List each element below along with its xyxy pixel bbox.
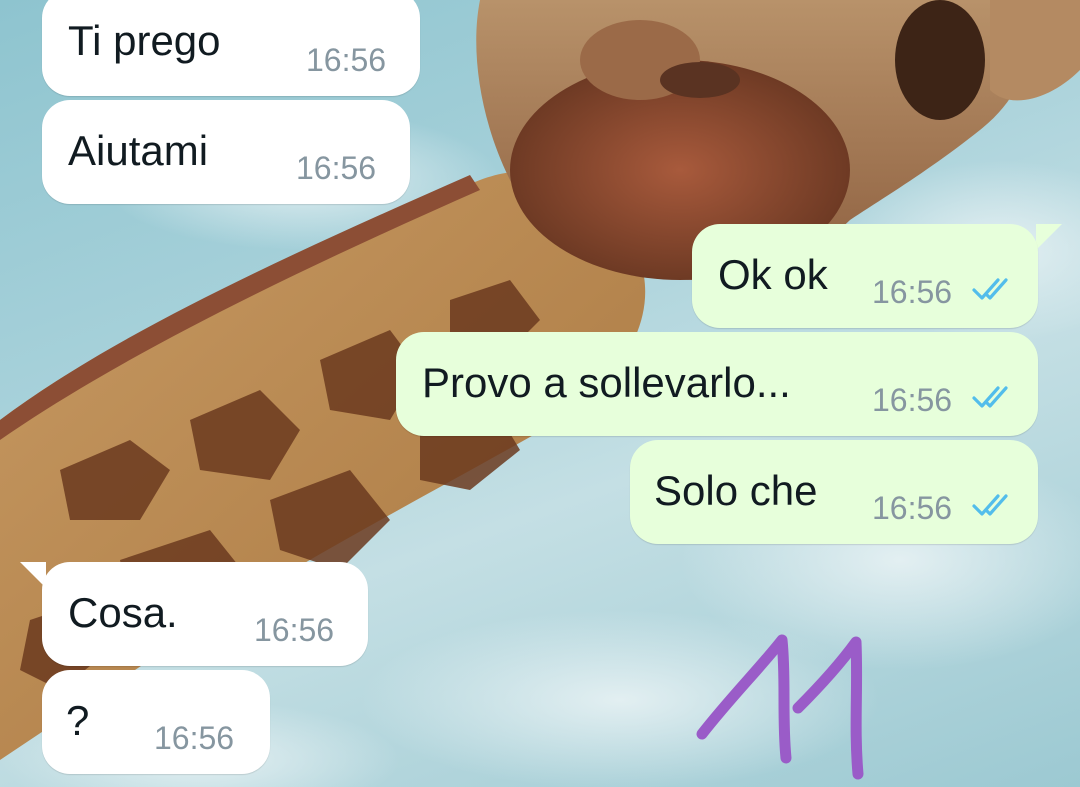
outgoing-message-bubble[interactable]: Solo che 16:56 xyxy=(630,440,1038,544)
double-check-icon xyxy=(972,494,1008,516)
message-time: 16:56 xyxy=(872,274,953,310)
message-text: Aiutami xyxy=(68,127,209,174)
double-check-icon xyxy=(972,386,1008,408)
message-text: ? xyxy=(66,697,90,744)
incoming-message-bubble[interactable]: Ti prego 16:56 xyxy=(42,0,420,96)
incoming-message-bubble[interactable]: ? 16:56 xyxy=(42,670,270,774)
message-time: 16:56 xyxy=(254,612,335,648)
message-time: 16:56 xyxy=(154,720,235,756)
outgoing-bubble-tail xyxy=(1036,224,1062,250)
message-text: Cosa. xyxy=(68,589,178,636)
message-text: Solo che xyxy=(654,467,818,514)
message-text: Ok ok xyxy=(718,251,828,298)
incoming-message-bubble[interactable]: Aiutami 16:56 xyxy=(42,100,410,204)
message-time: 16:56 xyxy=(306,42,387,78)
message-time: 16:56 xyxy=(296,150,377,186)
outgoing-message-bubble[interactable]: Ok ok 16:56 xyxy=(692,224,1038,328)
handwritten-eleven-doodle xyxy=(696,634,864,780)
incoming-message-bubble[interactable]: Cosa. 16:56 xyxy=(42,562,368,666)
message-time: 16:56 xyxy=(872,382,953,418)
chat-message-list[interactable]: Ti prego 16:56 Aiutami 16:56 Ok ok 16:56… xyxy=(0,0,1080,787)
message-time: 16:56 xyxy=(872,490,953,526)
outgoing-message-bubble[interactable]: Provo a sollevarlo... 16:56 xyxy=(396,332,1038,436)
double-check-icon xyxy=(972,278,1008,300)
message-text: Provo a sollevarlo... xyxy=(422,359,791,406)
message-text: Ti prego xyxy=(68,17,221,64)
